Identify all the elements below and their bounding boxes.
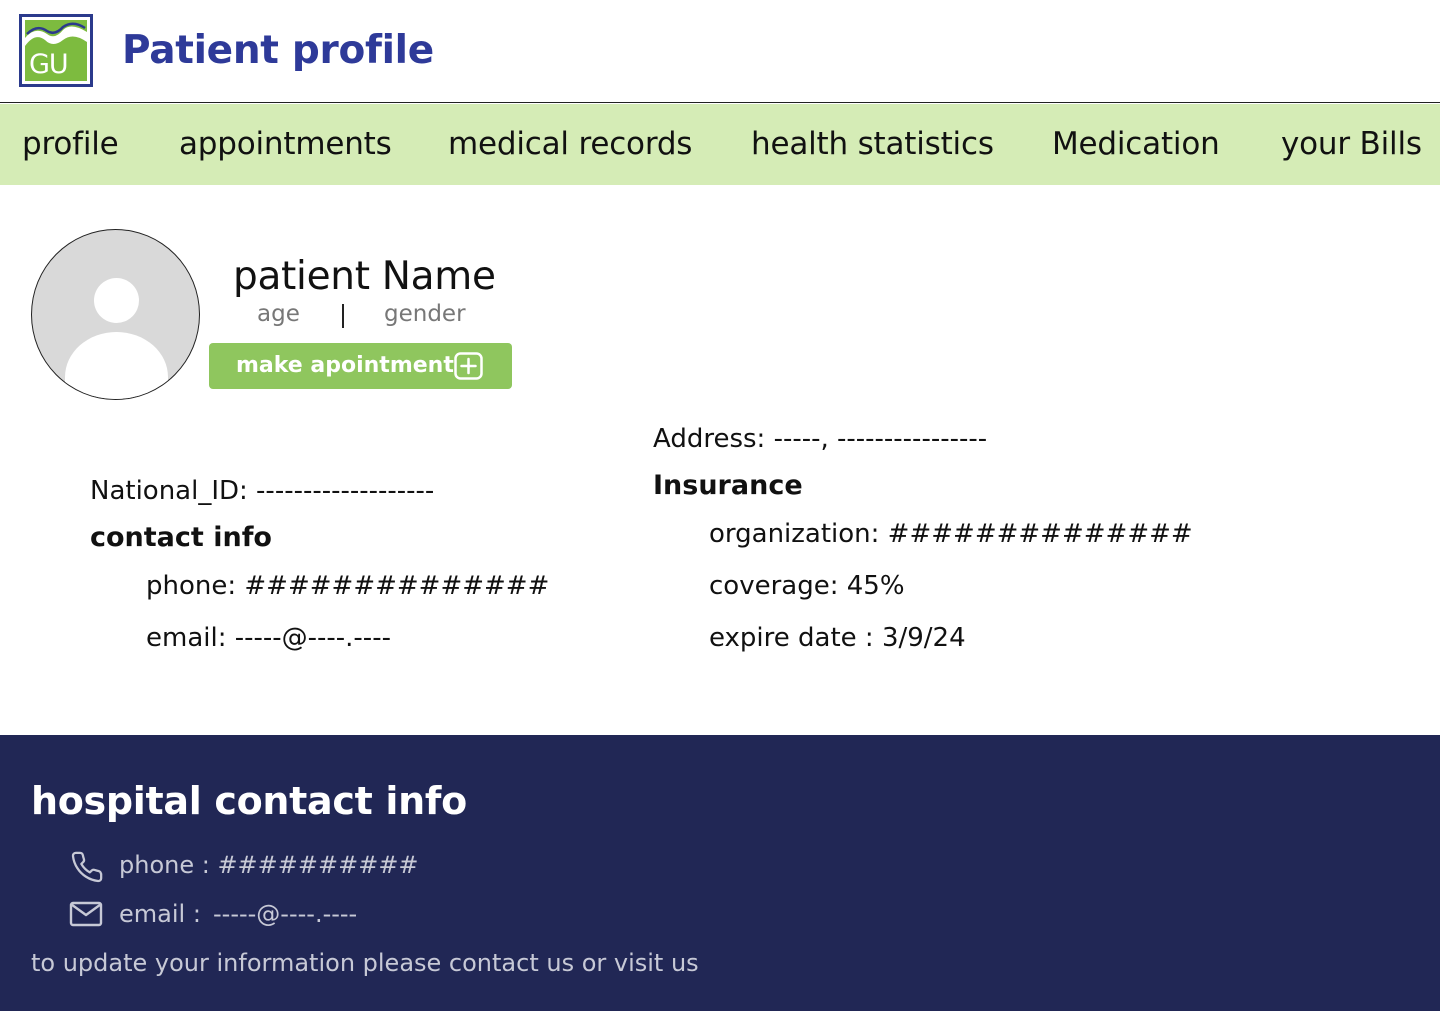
nav-item-medical-records[interactable]: medical records (448, 126, 692, 162)
plus-square-icon (454, 352, 483, 380)
page-title: Patient profile (122, 28, 434, 73)
logo-mark: GU (25, 20, 87, 81)
contact-info-heading: contact info (90, 522, 272, 553)
patient-email: email: -----@----.---- (146, 623, 391, 653)
update-info-note: to update your information please contac… (31, 949, 699, 977)
patient-address: Address: -----, ---------------- (653, 424, 988, 454)
hospital-email-label: email : (119, 900, 201, 928)
hospital-phone: phone : ########## (119, 851, 419, 879)
insurance-heading: Insurance (653, 470, 803, 501)
logo-text: GU (29, 49, 69, 80)
avatar-head (94, 278, 139, 323)
footer: hospital contact info phone : ##########… (0, 735, 1440, 1011)
mail-icon (69, 901, 103, 927)
phone-icon (71, 851, 103, 883)
user-avatar-icon (31, 229, 200, 400)
insurance-expire-date: expire date : 3/9/24 (709, 623, 966, 653)
nav-item-appointments[interactable]: appointments (179, 126, 392, 162)
national-id: National_ID: ------------------- (90, 476, 435, 506)
nav-item-medication[interactable]: Medication (1052, 126, 1220, 162)
insurance-organization: organization: ############## (709, 519, 1193, 549)
divider (342, 304, 344, 328)
avatar-body (65, 332, 168, 399)
nav-item-profile[interactable]: profile (22, 126, 119, 162)
hospital-email-value[interactable]: -----@----.---- (213, 900, 357, 928)
nav-item-bills[interactable]: your Bills (1281, 126, 1422, 162)
insurance-coverage: coverage: 45% (709, 571, 905, 601)
make-appointment-button[interactable]: make apointment (209, 343, 512, 389)
patient-phone: phone: ############## (146, 571, 550, 601)
make-appointment-label: make apointment (236, 353, 454, 378)
patient-gender: gender (384, 301, 466, 327)
patient-age: age (257, 301, 300, 327)
hospital-logo[interactable]: GU (19, 14, 93, 87)
hospital-contact-heading: hospital contact info (31, 779, 467, 823)
nav-item-health-statistics[interactable]: health statistics (751, 126, 994, 162)
header: GU Patient profile (0, 0, 1440, 103)
patient-name: patient Name (233, 254, 496, 299)
main-nav: profile appointments medical records hea… (0, 104, 1440, 185)
